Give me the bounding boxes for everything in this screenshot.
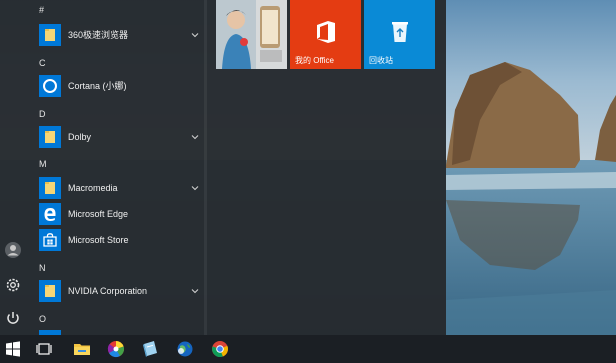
gear-icon[interactable] — [4, 276, 22, 294]
color-wheel-icon[interactable] — [106, 339, 126, 359]
taskbar — [0, 335, 616, 363]
start-menu: # 360极速浏览器 C Cortana (小娜) D Dolby M Macr… — [0, 0, 446, 335]
chrome-icon[interactable] — [210, 339, 230, 359]
app-label: Dolby — [68, 132, 92, 142]
folder-icon — [39, 126, 61, 148]
tile-my-office[interactable]: 我的 Office — [290, 0, 361, 69]
group-letter-c[interactable]: C — [39, 57, 46, 69]
tile-label: 回收站 — [369, 56, 393, 65]
app-label: Microsoft Edge — [68, 209, 129, 219]
app-label: Microsoft Store — [68, 235, 129, 245]
app-list-scrollbar[interactable] — [204, 0, 207, 335]
tile-photo[interactable] — [216, 0, 287, 69]
chevron-down-icon[interactable] — [189, 29, 201, 41]
folder-icon — [39, 177, 61, 199]
cortana-icon — [39, 75, 61, 97]
app-item-dolby[interactable]: Dolby — [39, 126, 206, 148]
task-view-icon[interactable] — [34, 339, 54, 359]
app-list: # 360极速浏览器 C Cortana (小娜) D Dolby M Macr… — [26, 0, 206, 335]
edge-icon — [39, 203, 61, 225]
office-icon — [317, 21, 335, 43]
group-letter-n[interactable]: N — [39, 262, 46, 274]
app-label: Macromedia — [68, 183, 118, 193]
user-icon[interactable] — [4, 241, 22, 259]
store-icon — [39, 229, 61, 251]
start-rail — [0, 0, 26, 335]
folder-icon — [39, 280, 61, 302]
tile-label: 我的 Office — [295, 56, 334, 65]
app-label: 360极速浏览器 — [68, 30, 129, 40]
group-letter-o[interactable]: O — [39, 313, 46, 325]
group-letter-hash[interactable]: # — [39, 4, 44, 16]
recycle-bin-icon — [392, 22, 408, 42]
app-item-microsoft-store[interactable]: Microsoft Store — [39, 229, 206, 251]
photo-thumbnail — [216, 0, 287, 69]
folder-icon — [39, 24, 61, 46]
group-letter-d[interactable]: D — [39, 108, 46, 120]
app-item-microsoft-edge[interactable]: Microsoft Edge — [39, 203, 206, 225]
app-item-nvidia-corporation[interactable]: NVIDIA Corporation — [39, 280, 206, 302]
app-label: NVIDIA Corporation — [68, 286, 148, 296]
power-icon[interactable] — [4, 309, 22, 327]
app-item-360-browser[interactable]: 360极速浏览器 — [39, 24, 206, 46]
app-item-macromedia[interactable]: Macromedia — [39, 177, 206, 199]
windows-start-icon[interactable] — [3, 339, 23, 359]
chevron-down-icon[interactable] — [189, 182, 201, 194]
notebook-app-icon[interactable] — [140, 339, 160, 359]
tile-recycle-bin[interactable]: 回收站 — [364, 0, 435, 69]
chevron-down-icon[interactable] — [189, 131, 201, 143]
file-explorer-icon[interactable] — [72, 339, 92, 359]
group-letter-m[interactable]: M — [39, 158, 47, 170]
chevron-down-icon[interactable] — [189, 285, 201, 297]
globe-app-icon[interactable] — [175, 339, 195, 359]
app-label: Cortana (小娜) — [68, 81, 127, 91]
app-item-cortana[interactable]: Cortana (小娜) — [39, 75, 206, 97]
